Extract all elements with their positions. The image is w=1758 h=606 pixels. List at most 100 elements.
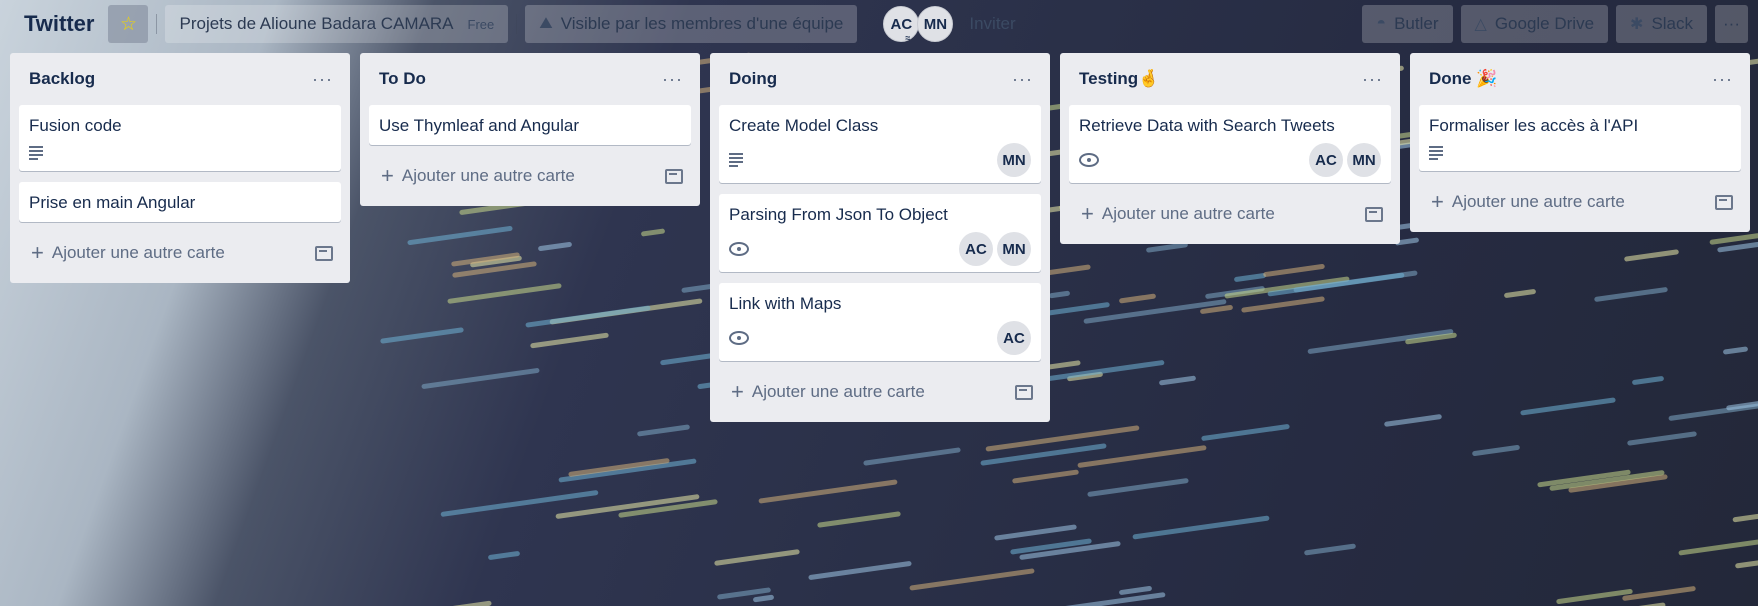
header-divider	[516, 14, 518, 34]
list-testing: Testing🤞 ··· Retrieve Data with Search T…	[1060, 53, 1400, 244]
card-badges	[1429, 143, 1731, 163]
card[interactable]: Retrieve Data with Search Tweets AC MN	[1069, 105, 1391, 183]
list-todo: To Do ··· Use Thymleaf and Angular + Ajou…	[360, 53, 700, 206]
list-header[interactable]: Doing ···	[719, 53, 1041, 105]
list-doing: Doing ··· Create Model Class MN Parsing …	[710, 53, 1050, 422]
plan-badge: Free	[467, 16, 495, 32]
card[interactable]: Formaliser les accès à l'API	[1419, 105, 1741, 171]
card-badges: AC MN	[729, 232, 1031, 266]
slack-button[interactable]: ✱ Slack	[1616, 5, 1708, 43]
list-menu-icon[interactable]: ···	[312, 69, 333, 90]
list-menu-icon[interactable]: ···	[1712, 69, 1733, 90]
add-card-label: Ajouter une autre carte	[1101, 204, 1275, 223]
add-card-button[interactable]: + Ajouter une autre carte	[369, 156, 691, 196]
avatar[interactable]: AC	[997, 321, 1031, 355]
description-icon	[29, 146, 43, 160]
card[interactable]: Parsing From Json To Object AC MN	[719, 194, 1041, 272]
card-title: Fusion code	[29, 116, 122, 135]
butler-icon: ◓	[1376, 15, 1387, 32]
star-button[interactable]: ☆	[108, 5, 149, 43]
avatar[interactable]: MN	[1347, 143, 1381, 177]
card-title: Use Thymleaf and Angular	[379, 116, 580, 135]
slack-label: Slack	[1651, 14, 1694, 33]
butler-label: Butler	[1394, 14, 1439, 33]
description-icon	[1429, 146, 1443, 160]
team-visibility-icon: ⛰	[539, 15, 553, 32]
card-title: Retrieve Data with Search Tweets	[1079, 116, 1335, 135]
slack-icon: ✱	[1630, 16, 1644, 33]
card-members: AC MN	[959, 232, 1031, 266]
card-title: Formaliser les accès à l'API	[1429, 116, 1639, 135]
avatar[interactable]: MN	[997, 143, 1031, 177]
avatar[interactable]: AC ≈	[883, 6, 920, 43]
show-menu-button[interactable]: ···	[1715, 5, 1748, 43]
avatar[interactable]: AC	[1309, 143, 1343, 177]
add-card-button[interactable]: + Ajouter une autre carte	[719, 372, 1041, 412]
list-header[interactable]: Testing🤞 ···	[1069, 53, 1391, 105]
card[interactable]: Use Thymleaf and Angular	[369, 105, 691, 145]
eye-icon	[729, 331, 749, 345]
list-header[interactable]: To Do ···	[369, 53, 691, 105]
list-menu-icon[interactable]: ···	[662, 69, 683, 90]
list-header[interactable]: Backlog ···	[19, 53, 341, 105]
list-title[interactable]: Testing🤞	[1079, 69, 1159, 89]
plus-icon: +	[1081, 201, 1094, 226]
card-template-icon[interactable]	[1715, 194, 1733, 210]
list-title[interactable]: To Do	[379, 69, 426, 89]
card[interactable]: Fusion code	[19, 105, 341, 171]
admin-chevron-icon: ≈	[905, 33, 911, 43]
list-menu-icon[interactable]: ···	[1362, 69, 1383, 90]
team-button[interactable]: Projets de Alioune Badara CAMARA Free	[165, 5, 509, 43]
card-template-icon[interactable]	[1015, 384, 1033, 400]
google-drive-button[interactable]: △ Google Drive	[1460, 5, 1609, 43]
card-badges: MN	[729, 143, 1031, 177]
plus-icon: +	[31, 240, 44, 265]
card[interactable]: Create Model Class MN	[719, 105, 1041, 183]
card-members: MN	[997, 143, 1031, 177]
invite-button[interactable]: Inviter	[959, 5, 1025, 43]
card-template-icon[interactable]	[665, 168, 683, 184]
card-template-icon[interactable]	[1365, 206, 1383, 222]
butler-button[interactable]: ◓ Butler	[1362, 5, 1453, 43]
add-card-button[interactable]: + Ajouter une autre carte	[1069, 194, 1391, 234]
board-header: Twitter ☆ Projets de Alioune Badara CAMA…	[0, 0, 1758, 48]
add-card-label: Ajouter une autre carte	[1451, 192, 1625, 211]
plus-icon: +	[381, 163, 394, 188]
card-members: AC MN	[1309, 143, 1381, 177]
eye-icon	[1079, 153, 1099, 167]
card-template-icon[interactable]	[315, 245, 333, 261]
star-icon: ☆	[119, 13, 137, 35]
card-title: Create Model Class	[729, 116, 879, 135]
avatar[interactable]: MN	[997, 232, 1031, 266]
list-done: Done 🎉 ··· Formaliser les accès à l'API …	[1410, 53, 1750, 232]
description-icon	[729, 153, 743, 167]
list-header[interactable]: Done 🎉 ···	[1419, 53, 1741, 105]
list-title[interactable]: Backlog	[29, 69, 95, 89]
google-drive-label: Google Drive	[1494, 14, 1595, 33]
more-icon: ···	[1723, 14, 1740, 33]
card[interactable]: Link with Maps AC	[719, 283, 1041, 361]
list-title[interactable]: Done 🎉	[1429, 69, 1497, 89]
visibility-label: Visible par les membres d'une équipe	[560, 14, 844, 33]
card-title: Link with Maps	[729, 294, 842, 313]
avatar[interactable]: AC	[959, 232, 993, 266]
board-title[interactable]: Twitter	[10, 11, 100, 37]
header-divider	[156, 14, 158, 34]
card-members: AC	[997, 321, 1031, 355]
add-card-label: Ajouter une autre carte	[51, 243, 225, 262]
card-badges: AC MN	[1079, 143, 1381, 177]
card-title: Parsing From Json To Object	[729, 205, 948, 224]
add-card-button[interactable]: + Ajouter une autre carte	[19, 233, 341, 273]
plus-icon: +	[1431, 189, 1444, 214]
list-menu-icon[interactable]: ···	[1012, 69, 1033, 90]
avatar[interactable]: MN	[917, 6, 954, 42]
add-card-label: Ajouter une autre carte	[401, 166, 575, 185]
add-card-label: Ajouter une autre carte	[751, 382, 925, 401]
visibility-button[interactable]: ⛰ Visible par les membres d'une équipe	[525, 5, 858, 43]
list-title[interactable]: Doing	[729, 69, 777, 89]
card-badges	[29, 143, 331, 163]
card[interactable]: Prise en main Angular	[19, 182, 341, 222]
add-card-button[interactable]: + Ajouter une autre carte	[1419, 182, 1741, 222]
eye-icon	[729, 242, 749, 256]
board-members: AC ≈ MN	[883, 6, 954, 43]
